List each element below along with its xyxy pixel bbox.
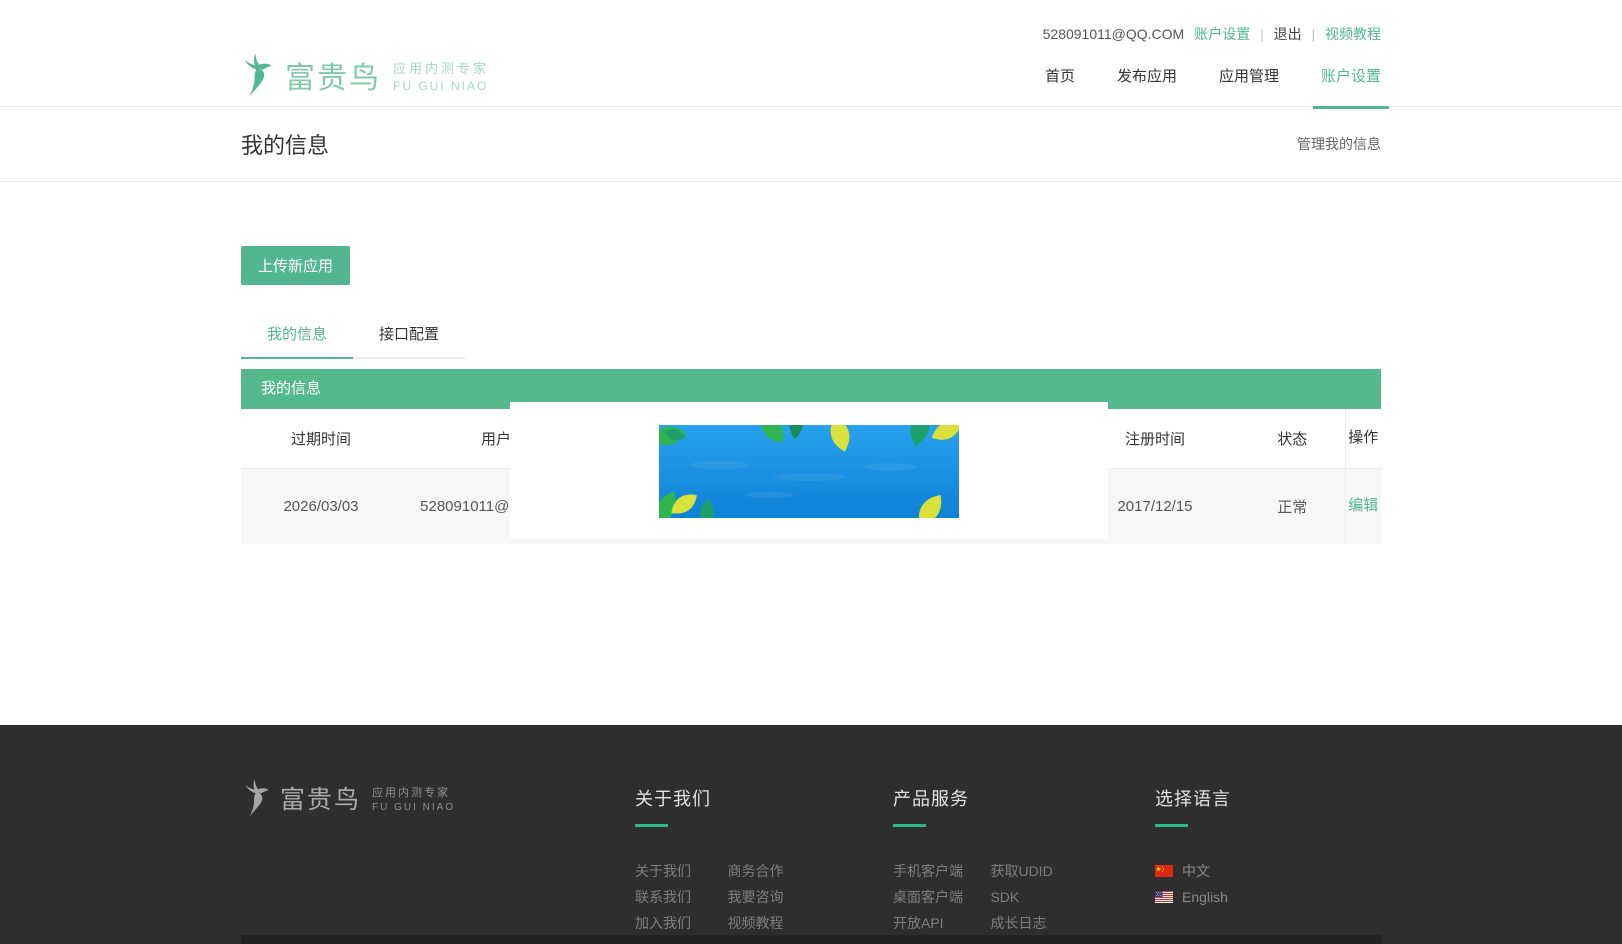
tagline-en: FU GUI NIAO [372, 802, 455, 813]
logout-link[interactable]: 退出 [1274, 24, 1302, 44]
us-flag-icon [1155, 891, 1173, 903]
footer-link-get-udid[interactable]: 获取UDID [990, 858, 1083, 884]
col-header-action: 操作 [1345, 409, 1381, 468]
footer-section-about: 关于我们 关于我们 联系我们 加入我们 商务合作 我要咨询 视频教程 [635, 785, 815, 936]
site-logo[interactable]: 富贵鸟 应用内测专家 FU GUI NIAO [241, 53, 489, 97]
brand-tagline: 应用内测专家 FU GUI NIAO [393, 58, 489, 93]
green-underline [635, 824, 668, 827]
top-utility-bar: 528091011@QQ.COM 账户设置 | 退出 | 视频教程 [0, 0, 1622, 44]
tagline-en: FU GUI NIAO [393, 79, 489, 93]
footer-link-about-us[interactable]: 关于我们 [635, 858, 723, 884]
cell-action: 编辑 [1345, 468, 1381, 544]
video-tutorial-link[interactable]: 视频教程 [1325, 24, 1381, 44]
footer-link-video-tutorial[interactable]: 视频教程 [727, 910, 815, 936]
page-title-bar: 我的信息 管理我的信息 [0, 107, 1622, 182]
tagline-cn: 应用内测专家 [372, 784, 455, 800]
edit-link[interactable]: 编辑 [1348, 497, 1378, 514]
tagline-cn: 应用内测专家 [393, 58, 489, 77]
footer-section-products: 产品服务 手机客户端 桌面客户端 开放API 获取UDID SDK 成长日志 [893, 785, 1083, 936]
footer-link-changelog[interactable]: 成长日志 [990, 910, 1083, 936]
brand-name: 富贵鸟 [280, 780, 361, 816]
footer-section-title: 选择语言 [1155, 785, 1231, 811]
language-label: English [1182, 884, 1228, 910]
separator: | [1260, 27, 1263, 42]
nav-item-app-manage[interactable]: 应用管理 [1219, 44, 1279, 106]
site-footer: 富贵鸟 应用内测专家 FU GUI NIAO 关于我们 关于我们 联系我们 加入… [0, 725, 1622, 944]
tabs: 我的信息 接口配置 [241, 312, 1381, 359]
nav-item-account-settings[interactable]: 账户设置 [1321, 44, 1381, 106]
upload-new-app-button[interactable]: 上传新应用 [241, 246, 350, 285]
nav-item-publish-app[interactable]: 发布应用 [1117, 44, 1177, 106]
footer-link-mobile-client[interactable]: 手机客户端 [893, 858, 986, 884]
footer-link-consult[interactable]: 我要咨询 [727, 884, 815, 910]
promo-overlay [510, 402, 1108, 538]
language-label: 中文 [1182, 858, 1210, 884]
cell-expire-time: 2026/03/03 [241, 468, 401, 544]
col-header-expire-time: 过期时间 [241, 409, 401, 468]
account-settings-link[interactable]: 账户设置 [1194, 24, 1250, 44]
banner-image [659, 425, 959, 518]
main-nav: 首页 发布应用 应用管理 账户设置 [1045, 44, 1381, 106]
language-item-chinese[interactable]: 中文 [1155, 858, 1231, 884]
site-header: 富贵鸟 应用内测专家 FU GUI NIAO 首页 发布应用 应用管理 账户设置 [0, 44, 1622, 107]
footer-link-sdk[interactable]: SDK [990, 884, 1083, 910]
hummingbird-logo-icon [241, 53, 275, 97]
footer-section-title: 关于我们 [635, 785, 815, 811]
green-underline [1155, 824, 1188, 827]
account-email: 528091011@QQ.COM [1043, 26, 1185, 42]
hummingbird-logo-icon [243, 779, 271, 817]
cell-status: 正常 [1240, 468, 1345, 544]
footer-section-title: 产品服务 [893, 785, 1083, 811]
page-title: 我的信息 [241, 128, 329, 160]
green-underline [893, 824, 926, 827]
brand-tagline: 应用内测专家 FU GUI NIAO [372, 784, 455, 813]
footer-bottom-strip [241, 935, 1381, 944]
footer-logo: 富贵鸟 应用内测专家 FU GUI NIAO [243, 779, 455, 817]
footer-link-business-coop[interactable]: 商务合作 [727, 858, 815, 884]
brand-name: 富贵鸟 [285, 53, 381, 97]
footer-link-contact-us[interactable]: 联系我们 [635, 884, 723, 910]
manage-info-link[interactable]: 管理我的信息 [1297, 134, 1381, 154]
footer-section-language: 选择语言 中文 [1155, 785, 1231, 910]
nav-item-home[interactable]: 首页 [1045, 44, 1075, 106]
separator: | [1312, 27, 1315, 42]
footer-link-join-us[interactable]: 加入我们 [635, 910, 723, 936]
china-flag-icon [1155, 865, 1173, 877]
tab-my-info[interactable]: 我的信息 [241, 312, 353, 359]
footer-link-desktop-client[interactable]: 桌面客户端 [893, 884, 986, 910]
tab-api-config[interactable]: 接口配置 [353, 312, 465, 359]
col-header-status: 状态 [1240, 409, 1345, 468]
footer-link-open-api[interactable]: 开放API [893, 910, 986, 936]
language-item-english[interactable]: English [1155, 884, 1231, 910]
